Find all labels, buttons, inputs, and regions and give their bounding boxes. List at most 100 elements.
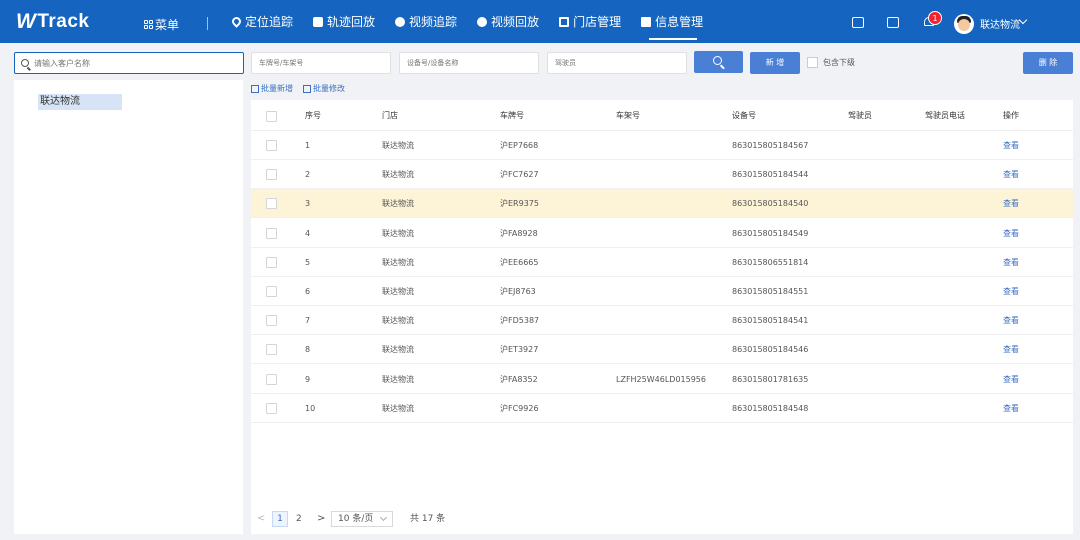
table-row[interactable]: 7 联达物流 沪FD5387 863015805184541 查看 <box>251 306 1073 336</box>
store-icon <box>559 16 570 27</box>
customer-tree-panel <box>14 80 243 534</box>
cell-device: 863015801781635 <box>732 374 809 384</box>
batch-add-link[interactable]: 批量新增 <box>251 83 293 94</box>
table-row[interactable]: 10 联达物流 沪FC9926 863015805184548 查看 <box>251 394 1073 423</box>
nav-item-info-management[interactable]: 信息管理 <box>641 0 723 43</box>
cell-no: 7 <box>305 316 311 326</box>
select-all-checkbox[interactable] <box>266 111 277 122</box>
col-action: 操作 <box>1003 111 1019 120</box>
download-icon[interactable] <box>887 17 899 28</box>
screen-icon[interactable] <box>852 17 864 28</box>
include-sub-label: 包含下级 <box>823 58 855 67</box>
user-name[interactable]: 联达物流 <box>980 16 1020 31</box>
view-link[interactable]: 查看 <box>1003 131 1019 160</box>
row-checkbox[interactable] <box>266 169 277 181</box>
cell-store: 联达物流 <box>382 345 414 355</box>
view-link[interactable]: 查看 <box>1003 219 1019 248</box>
nav-divider <box>207 17 208 30</box>
page-size-select[interactable]: 10 条/页 <box>331 511 393 527</box>
search-icon <box>713 56 722 65</box>
col-vin: 车架号 <box>616 111 640 120</box>
plate-search-input[interactable] <box>259 53 390 73</box>
row-checkbox[interactable] <box>266 198 277 210</box>
row-checkbox[interactable] <box>266 256 277 268</box>
driver-filter <box>547 52 687 74</box>
view-link[interactable]: 查看 <box>1003 394 1019 423</box>
cell-plate: 沪EE6665 <box>500 257 539 267</box>
page-2-button[interactable]: 2 <box>296 511 302 527</box>
cell-plate: 沪EP7668 <box>500 141 539 150</box>
row-checkbox[interactable] <box>266 373 277 385</box>
view-link[interactable]: 查看 <box>1003 335 1019 364</box>
row-checkbox[interactable] <box>266 227 277 239</box>
cell-no: 1 <box>305 141 311 150</box>
cell-plate: 沪FA8352 <box>500 374 538 384</box>
total-count: 共 17 条 <box>410 514 446 524</box>
row-checkbox[interactable] <box>266 140 277 151</box>
view-link[interactable]: 查看 <box>1003 277 1019 306</box>
view-link[interactable]: 查看 <box>1003 248 1019 277</box>
prev-page-button[interactable]: < <box>257 511 265 527</box>
track-replay-icon <box>313 16 324 27</box>
table-row[interactable]: 5 联达物流 沪EE6665 863015806551814 查看 <box>251 248 1073 277</box>
view-link[interactable]: 查看 <box>1003 160 1019 189</box>
cell-no: 3 <box>305 199 311 209</box>
device-search-input[interactable] <box>407 53 538 73</box>
cell-no: 2 <box>305 170 311 180</box>
table-row[interactable]: 9 联达物流 沪FA8352 LZFH25W46LD015956 86301580178… <box>251 365 1073 394</box>
view-link[interactable]: 查看 <box>1003 306 1019 335</box>
top-nav-bar: W Track 菜单 定位追踪 轨迹回放 视频追踪 视频回放 门店管理 信息管理 … <box>0 0 1080 43</box>
cell-store: 联达物流 <box>382 141 414 150</box>
row-checkbox[interactable] <box>266 286 277 297</box>
table-row[interactable]: 6 联达物流 沪EJ8763 863015805184551 查看 <box>251 277 1073 306</box>
col-driver: 驾驶员 <box>848 111 872 120</box>
page-1-button[interactable]: 1 <box>272 511 288 527</box>
edit-icon <box>303 84 311 93</box>
app-logo[interactable]: W Track <box>16 9 89 35</box>
location-pin-icon <box>230 15 243 28</box>
table-row[interactable]: 1 联达物流 沪EP7668 863015805184567 查看 <box>251 131 1073 160</box>
next-page-button[interactable]: > <box>317 511 325 527</box>
customer-search-input[interactable] <box>34 58 234 68</box>
cell-device: 863015805184541 <box>732 316 809 326</box>
driver-search-input[interactable] <box>555 53 686 73</box>
include-sub-checkbox[interactable] <box>807 57 818 68</box>
row-checkbox[interactable] <box>266 315 277 327</box>
table-row[interactable]: 8 联达物流 沪ET3927 863015805184546 查看 <box>251 335 1073 365</box>
row-checkbox[interactable] <box>266 344 277 356</box>
view-link[interactable]: 查看 <box>1003 365 1019 394</box>
search-button[interactable] <box>694 51 743 73</box>
batch-edit-link[interactable]: 批量修改 <box>303 83 345 94</box>
nav-item-location-tracking[interactable]: 定位追踪 <box>230 0 313 43</box>
cell-no: 10 <box>305 403 316 413</box>
cell-store: 联达物流 <box>382 257 414 267</box>
cell-device: 863015805184546 <box>732 345 809 355</box>
cell-plate: 沪ER9375 <box>500 199 539 209</box>
nav-item-video-tracking[interactable]: 视频追踪 <box>395 0 477 43</box>
delete-button[interactable]: 删 除 <box>1023 52 1073 74</box>
cell-device: 863015805184540 <box>732 199 809 209</box>
nav-item-store-management[interactable]: 门店管理 <box>559 0 641 43</box>
col-store: 门店 <box>382 111 398 120</box>
nav-item-video-replay[interactable]: 视频回放 <box>477 0 559 43</box>
customer-search-box <box>14 52 244 74</box>
search-icon <box>21 59 29 67</box>
add-button[interactable]: 新 增 <box>750 52 800 74</box>
table-row[interactable]: 3 联达物流 沪ER9375 863015805184540 查看 <box>251 189 1073 219</box>
row-checkbox[interactable] <box>266 402 277 414</box>
cell-plate: 沪FA8928 <box>500 228 538 238</box>
table-row[interactable]: 2 联达物流 沪FC7627 863015805184544 查看 <box>251 160 1073 190</box>
col-device: 设备号 <box>732 111 756 120</box>
menu-toggle[interactable]: 菜单 <box>144 16 179 33</box>
view-link[interactable]: 查看 <box>1003 189 1019 218</box>
chevron-down-icon <box>379 513 388 522</box>
tree-node-customer[interactable]: 联达物流 <box>38 94 122 110</box>
nav-item-track-replay[interactable]: 轨迹回放 <box>313 0 395 43</box>
cell-store: 联达物流 <box>382 170 414 180</box>
avatar[interactable] <box>954 14 974 34</box>
col-no: 序号 <box>305 111 321 120</box>
col-plate: 车牌号 <box>500 111 524 120</box>
cell-no: 6 <box>305 287 311 296</box>
chevron-down-icon[interactable] <box>1018 15 1028 25</box>
table-row[interactable]: 4 联达物流 沪FA8928 863015805184549 查看 <box>251 219 1073 248</box>
